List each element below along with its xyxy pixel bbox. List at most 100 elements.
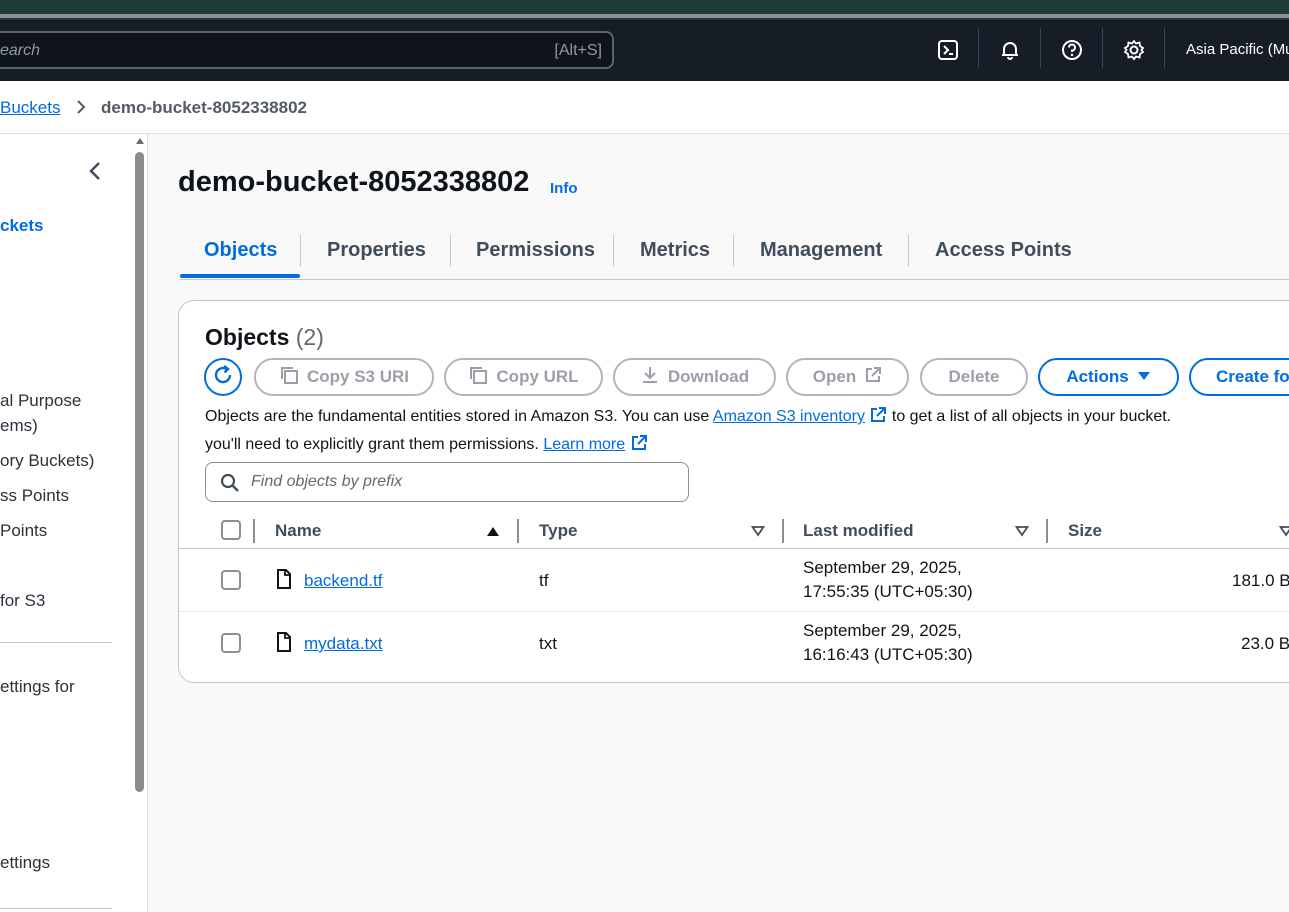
delete-label: Delete <box>948 367 1000 386</box>
create-folder-label: Create fo <box>1216 367 1289 386</box>
sort-ascending-icon[interactable] <box>486 524 500 542</box>
objects-heading-label: Objects <box>205 324 290 350</box>
copy-url-button[interactable]: Copy URL <box>444 358 603 396</box>
modified-time: 17:55:35 (UTC+05:30) <box>803 582 973 601</box>
object-size: 181.0 B <box>1232 571 1289 590</box>
find-objects-input[interactable]: Find objects by prefix <box>205 462 689 502</box>
column-header-type[interactable]: Type <box>539 521 577 541</box>
description-text-1: Objects are the fundamental entities sto… <box>205 408 713 425</box>
sidebar-divider <box>0 908 112 909</box>
sidebar-item-general-purpose-cont[interactable]: ems) <box>0 416 38 436</box>
tab-divider <box>450 235 451 267</box>
cloudshell-icon[interactable] <box>936 38 960 62</box>
copy-icon <box>468 365 488 390</box>
tab-divider <box>908 235 909 267</box>
copy-s3-uri-button[interactable]: Copy S3 URI <box>254 358 434 396</box>
objects-count: (2) <box>295 324 324 350</box>
column-divider <box>782 519 784 543</box>
row-checkbox[interactable] <box>221 570 241 590</box>
search-input[interactable]: earch [Alt+S] <box>0 31 614 69</box>
column-divider <box>253 519 255 543</box>
refresh-button[interactable] <box>204 358 242 396</box>
sidebar-scrollbar[interactable] <box>133 134 148 912</box>
tab-metrics[interactable]: Metrics <box>640 239 710 262</box>
tab-permissions[interactable]: Permissions <box>476 239 595 262</box>
table-header: Name Type Last modified Size <box>179 513 1289 549</box>
tab-access-points[interactable]: Access Points <box>935 239 1072 262</box>
table-row: backend.tf tf September 29, 2025, 17:55:3… <box>179 549 1289 612</box>
column-header-size[interactable]: Size <box>1068 521 1102 541</box>
scrollbar-thumb[interactable] <box>135 152 144 792</box>
file-icon <box>276 569 292 594</box>
sidebar-item-for-s3[interactable]: for S3 <box>0 591 45 611</box>
window-top-divider <box>0 14 1289 18</box>
column-header-name[interactable]: Name <box>275 521 321 541</box>
topbar-divider <box>1102 28 1103 68</box>
tab-bar: Objects Properties Permissions Metrics M… <box>180 230 1289 280</box>
external-link-icon[interactable] <box>869 406 887 432</box>
object-name-link[interactable]: mydata.txt <box>304 634 382 654</box>
modified-date: September 29, 2025, <box>803 621 962 640</box>
tab-properties[interactable]: Properties <box>327 239 426 262</box>
sidebar-item-directory-buckets[interactable]: ory Buckets) <box>0 451 94 471</box>
s3-inventory-link[interactable]: Amazon S3 inventory <box>713 408 865 425</box>
modified-time: 16:16:43 (UTC+05:30) <box>803 645 973 664</box>
copy-url-label: Copy URL <box>496 367 579 386</box>
tab-objects[interactable]: Objects <box>204 239 277 262</box>
region-selector[interactable]: Asia Pacific (Mu <box>1186 41 1289 58</box>
download-label: Download <box>667 367 750 386</box>
objects-heading: Objects (2) <box>205 324 324 351</box>
object-name-link[interactable]: backend.tf <box>304 571 382 591</box>
scroll-up-arrow-icon[interactable] <box>136 138 144 144</box>
external-link-icon <box>864 366 882 389</box>
tab-management[interactable]: Management <box>760 239 882 262</box>
object-size: 23.0 B <box>1241 634 1289 653</box>
sidebar-item-buckets[interactable]: ckets <box>0 216 43 236</box>
open-label: Open <box>812 367 857 386</box>
object-type: txt <box>539 634 557 653</box>
sidebar-item-access-points[interactable]: ss Points <box>0 486 69 506</box>
row-checkbox[interactable] <box>221 633 241 653</box>
create-folder-button[interactable]: Create fo <box>1189 358 1289 396</box>
info-link[interactable]: Info <box>550 180 578 197</box>
gear-icon[interactable] <box>1122 38 1146 62</box>
download-button[interactable]: Download <box>613 358 776 396</box>
chevron-left-icon[interactable] <box>86 160 104 187</box>
learn-more-link[interactable]: Learn more <box>543 436 625 453</box>
actions-button[interactable]: Actions <box>1038 358 1179 396</box>
breadcrumb-buckets-link[interactable]: Buckets <box>0 98 60 118</box>
sidebar-divider <box>0 642 112 643</box>
search-placeholder: earch <box>0 42 41 59</box>
open-button[interactable]: Open <box>786 358 909 396</box>
description-text-3: you'll need to explicitly grant them per… <box>205 436 544 453</box>
select-all-checkbox[interactable] <box>221 520 241 540</box>
help-icon[interactable] <box>1060 38 1084 62</box>
breadcrumb-current: demo-bucket-8052338802 <box>101 98 308 117</box>
column-divider <box>1046 519 1048 543</box>
objects-description: Objects are the fundamental entities sto… <box>205 404 1289 460</box>
tab-divider <box>613 235 614 267</box>
sidebar-item-settings-for[interactable]: ettings for <box>0 677 75 697</box>
window-top-stripe <box>0 0 1289 20</box>
copy-s3-uri-label: Copy S3 URI <box>306 367 410 386</box>
find-objects-placeholder: Find objects by prefix <box>251 473 403 490</box>
modified-date: September 29, 2025, <box>803 558 962 577</box>
external-link-icon[interactable] <box>630 434 648 460</box>
column-header-last-modified[interactable]: Last modified <box>803 521 914 541</box>
delete-button[interactable]: Delete <box>920 358 1028 396</box>
bell-icon[interactable] <box>998 38 1022 62</box>
objects-panel: Objects (2) Copy S3 URI Copy URL Downloa… <box>178 300 1289 683</box>
search-shortcut-hint: [Alt+S] <box>554 42 602 59</box>
sidebar-item-general-purpose[interactable]: al Purpose <box>0 391 81 411</box>
tab-divider <box>300 235 301 267</box>
description-text-2: to get a list of all objects in your buc… <box>887 408 1172 425</box>
tab-divider <box>733 235 734 267</box>
sort-icon[interactable] <box>1278 524 1289 542</box>
sidebar-item-settings[interactable]: ettings <box>0 853 50 873</box>
sort-icon[interactable] <box>1014 524 1030 542</box>
sort-icon[interactable] <box>750 524 766 542</box>
caret-down-icon <box>1137 367 1151 387</box>
page-title: demo-bucket-8052338802 <box>178 166 530 198</box>
sidebar-item-points[interactable]: Points <box>0 521 47 541</box>
top-navigation-bar: earch [Alt+S] Asia Pacific (Mu <box>0 20 1289 81</box>
